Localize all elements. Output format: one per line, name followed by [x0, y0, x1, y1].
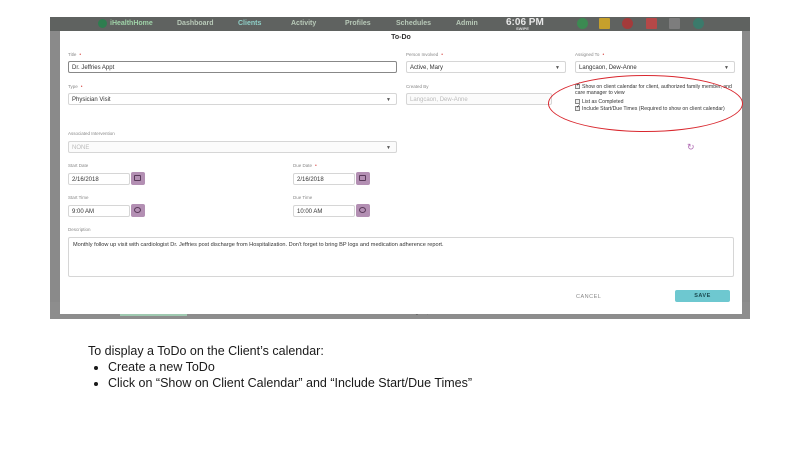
cancel-button[interactable]: CANCEL	[576, 294, 601, 300]
assigned-select[interactable]: Langcaon, Dew-Anne ▼	[575, 61, 735, 73]
logo-icon	[98, 19, 107, 28]
start-time-label: Start Time	[68, 195, 89, 200]
nav-schedules[interactable]: Schedules	[396, 20, 431, 27]
nav-activity[interactable]: Activity	[291, 20, 316, 27]
person-label: Person Involved •	[406, 52, 444, 58]
nav-dashboard[interactable]: Dashboard	[177, 20, 214, 27]
clock-icon[interactable]	[356, 204, 370, 217]
intervention-select[interactable]: NONE ▼	[68, 141, 397, 153]
tools-icon[interactable]	[669, 18, 680, 29]
chevron-down-icon: ▼	[386, 145, 391, 151]
mail-icon[interactable]	[599, 18, 610, 29]
due-time-input[interactable]: 10:00 AM	[293, 205, 355, 217]
caption: To display a ToDo on the Client’s calend…	[88, 343, 472, 391]
nav-clients[interactable]: Clients	[238, 20, 261, 27]
pencil-icon[interactable]	[646, 18, 657, 29]
chevron-down-icon: ▼	[724, 65, 729, 71]
help-icon[interactable]	[577, 18, 588, 29]
description-textarea[interactable]: Monthly follow up visit with cardiologis…	[68, 237, 734, 277]
assigned-label: Assigned To •	[575, 52, 605, 58]
screenshot: iHealthHome Dashboard Clients Activity P…	[50, 17, 750, 319]
nav-admin[interactable]: Admin	[456, 20, 478, 27]
person-select[interactable]: Active, Mary ▼	[406, 61, 566, 73]
start-date-label: Start Date	[68, 163, 89, 168]
type-label: Type •	[68, 84, 83, 90]
save-button[interactable]: SAVE	[675, 290, 730, 302]
type-select[interactable]: Physician Visit ▼	[68, 93, 397, 105]
alerts-icon[interactable]	[622, 18, 633, 29]
todo-modal: To-Do Title • Dr. Jeffries Appt Person In…	[60, 31, 742, 314]
caption-heading: To display a ToDo on the Client’s calend…	[88, 344, 324, 358]
description-label: Description	[68, 227, 91, 232]
title-input[interactable]: Dr. Jeffries Appt	[68, 61, 397, 73]
due-date-label: Due Date •	[293, 163, 317, 169]
caption-bullet: Click on “Show on Client Calendar” and “…	[108, 375, 472, 391]
intervention-label: Associated Intervention	[68, 131, 115, 136]
highlight-ellipse	[548, 75, 743, 132]
start-date-input[interactable]: 2/16/2018	[68, 173, 130, 185]
due-time-label: Due Time	[293, 195, 313, 200]
start-time-input[interactable]: 9:00 AM	[68, 205, 130, 217]
caption-bullet: Create a new ToDo	[108, 359, 472, 375]
nav-profiles[interactable]: Profiles	[345, 20, 371, 27]
title-label: Title •	[68, 52, 82, 58]
chevron-down-icon: ▼	[555, 65, 560, 71]
compass-icon[interactable]	[693, 18, 704, 29]
modal-title: To-Do	[391, 34, 411, 41]
refresh-icon[interactable]: ↻	[687, 142, 695, 153]
calendar-icon[interactable]	[131, 172, 145, 185]
top-nav: iHealthHome Dashboard Clients Activity P…	[50, 17, 750, 31]
calendar-icon[interactable]	[356, 172, 370, 185]
chevron-down-icon: ▼	[386, 97, 391, 103]
created-label: Created By	[406, 84, 429, 89]
created-field: Langcaon, Dew-Anne	[406, 93, 552, 105]
logo-text[interactable]: iHealthHome	[110, 20, 153, 27]
due-date-input[interactable]: 2/16/2018	[293, 173, 355, 185]
clock-icon[interactable]	[131, 204, 145, 217]
